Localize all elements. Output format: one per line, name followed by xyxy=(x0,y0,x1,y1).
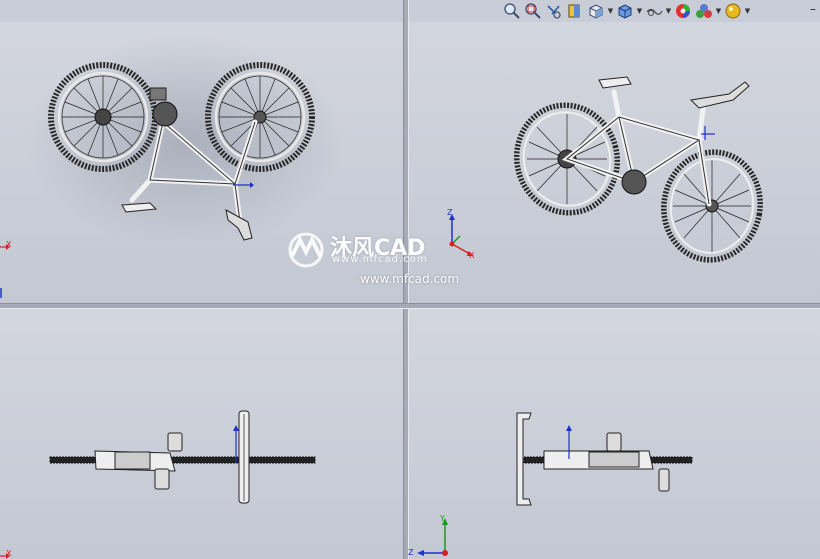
zoom-to-area-icon[interactable] xyxy=(523,1,543,21)
watermark-url: www.mfcad.com xyxy=(360,272,460,286)
triad-fragment-z xyxy=(0,288,2,298)
center-triad-z-label: Z xyxy=(447,208,453,217)
display-style-icon[interactable] xyxy=(615,1,635,21)
handlebar xyxy=(689,81,750,109)
watermark-subtitle: www.mfcad.com xyxy=(332,254,428,265)
bottom-triad-z-label: Z xyxy=(408,548,414,557)
apply-scene-dropdown-icon[interactable]: ▼ xyxy=(715,1,722,21)
viewport-splitter-horizontal[interactable] xyxy=(0,303,820,309)
front-wheel xyxy=(661,149,763,263)
viewport-top[interactable]: X xyxy=(0,309,403,559)
zoom-to-fit-icon[interactable] xyxy=(502,1,522,21)
bicycle-model-isometric xyxy=(513,76,763,263)
bottom-triad-y-label: Y xyxy=(440,514,445,523)
apply-scene-icon[interactable] xyxy=(694,1,714,21)
view-settings-dropdown-icon[interactable]: ▼ xyxy=(744,1,751,21)
crankset xyxy=(152,101,178,127)
view-orientation-dropdown-icon[interactable]: ▼ xyxy=(607,1,614,21)
display-style-dropdown-icon[interactable]: ▼ xyxy=(636,1,643,21)
bicycle-model-side xyxy=(516,412,693,506)
triad-fragment xyxy=(0,553,10,559)
minimize-button[interactable]: – xyxy=(810,2,816,16)
section-view-icon[interactable] xyxy=(565,1,585,21)
triad-fragment xyxy=(0,244,10,250)
hide-show-dropdown-icon[interactable]: ▼ xyxy=(665,1,672,21)
bicycle-model-top xyxy=(49,410,316,504)
view-toolbar: ▼ ▼ ▼ ▼ ▼ xyxy=(502,0,751,22)
wheels-top xyxy=(50,457,315,463)
crankset xyxy=(621,169,647,195)
saddle xyxy=(598,76,632,89)
view-settings-icon[interactable] xyxy=(723,1,743,21)
center-triad-x-label: X xyxy=(469,251,475,260)
previous-view-icon[interactable] xyxy=(544,1,564,21)
watermark-logo-icon xyxy=(288,232,324,268)
bottom-triad xyxy=(417,518,448,556)
view-orientation-icon[interactable] xyxy=(586,1,606,21)
viewport-side[interactable] xyxy=(409,309,820,559)
hide-show-items-icon[interactable] xyxy=(644,1,664,21)
edit-appearance-icon[interactable] xyxy=(673,1,693,21)
viewport-isometric[interactable] xyxy=(409,22,820,303)
